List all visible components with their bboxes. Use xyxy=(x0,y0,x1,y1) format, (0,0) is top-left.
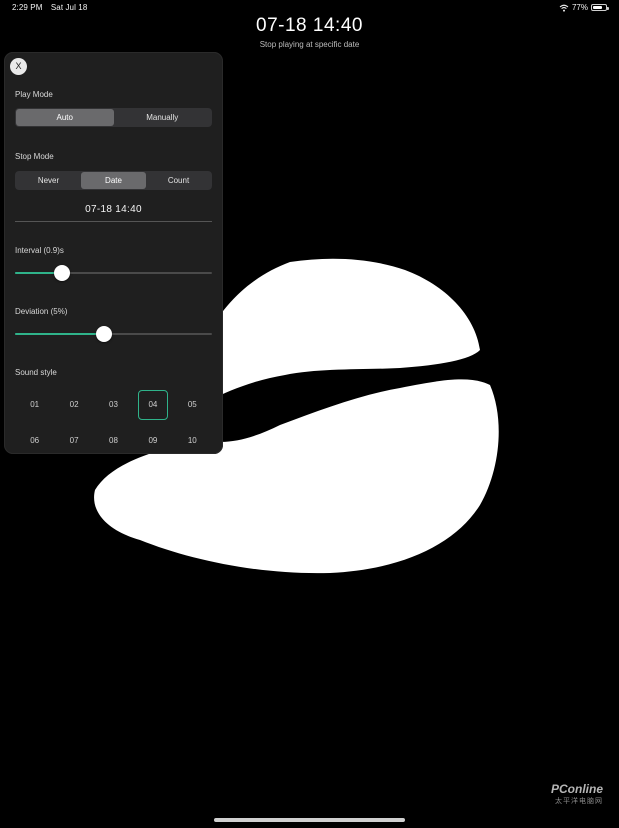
status-left: 2:29 PM Sat Jul 18 xyxy=(12,3,93,12)
battery-icon xyxy=(591,4,609,11)
interval-slider-thumb[interactable] xyxy=(54,265,71,281)
stop-mode-never[interactable]: Never xyxy=(16,172,81,189)
play-mode-segmented-control: Auto Manually xyxy=(15,108,212,127)
sound-option-10[interactable]: 10 xyxy=(173,426,212,454)
watermark-logo: PConline 太平洋电脑网 xyxy=(551,782,603,806)
wifi-icon xyxy=(559,4,569,12)
header-clock: 07-18 14:40 xyxy=(256,15,363,36)
sound-option-label: 06 xyxy=(30,436,40,445)
sound-option-06[interactable]: 06 xyxy=(15,426,54,454)
sound-style-label: Sound style xyxy=(15,368,57,377)
sound-option-label: 07 xyxy=(69,436,79,445)
sound-option-07[interactable]: 07 xyxy=(54,426,93,454)
sound-option-label: 08 xyxy=(109,436,118,445)
battery-fill xyxy=(593,6,603,9)
sound-style-grid: 01 02 03 04 05 06 07 08 09 10 xyxy=(15,390,212,454)
status-right: 77% xyxy=(559,3,609,12)
close-icon: X xyxy=(15,61,22,71)
sound-option-label: 05 xyxy=(187,400,197,409)
sound-option-04[interactable]: 04 xyxy=(133,390,172,420)
sound-option-label: 10 xyxy=(187,436,197,445)
settings-panel: X Play Mode Auto Manually Stop Mode Neve… xyxy=(4,52,223,454)
sound-option-label: 01 xyxy=(30,400,40,409)
status-date: Sat Jul 18 xyxy=(50,3,88,12)
deviation-slider-thumb[interactable] xyxy=(95,326,112,342)
interval-slider[interactable] xyxy=(15,265,212,281)
sound-option-08[interactable]: 08 xyxy=(94,426,133,454)
home-indicator[interactable] xyxy=(214,818,405,822)
play-mode-auto[interactable]: Auto xyxy=(16,109,114,126)
stop-mode-date[interactable]: Date xyxy=(81,172,146,189)
sound-option-02[interactable]: 02 xyxy=(54,390,93,420)
stop-mode-segmented-control: Never Date Count xyxy=(15,171,212,190)
deviation-slider[interactable] xyxy=(15,326,212,342)
date-underline xyxy=(15,221,212,222)
sound-option-label: 03 xyxy=(109,400,118,409)
watermark-line1: PConline xyxy=(550,782,603,796)
sound-option-05[interactable]: 05 xyxy=(173,390,212,420)
header-subtitle: Stop playing at specific date xyxy=(259,40,360,49)
stop-date-picker[interactable]: 07-18 14:40 xyxy=(15,204,212,215)
stop-mode-label: Stop Mode xyxy=(15,152,54,161)
stop-mode-count[interactable]: Count xyxy=(146,172,211,189)
status-time: 2:29 PM xyxy=(12,3,43,12)
upper-lip-shape xyxy=(198,258,480,400)
sound-option-01[interactable]: 01 xyxy=(15,390,54,420)
selection-box xyxy=(137,390,168,420)
deviation-label: Deviation (5%) xyxy=(15,307,68,316)
interval-label: Interval (0.9)s xyxy=(15,246,64,255)
play-mode-label: Play Mode xyxy=(15,90,53,99)
play-mode-manually[interactable]: Manually xyxy=(114,109,212,126)
sound-option-label: 02 xyxy=(69,400,79,409)
status-bar: 2:29 PM Sat Jul 18 77% xyxy=(0,0,619,16)
deviation-slider-fill xyxy=(15,333,104,335)
watermark-line2: 太平洋电脑网 xyxy=(555,798,603,805)
sound-option-label: 09 xyxy=(148,436,158,445)
sound-option-09[interactable]: 09 xyxy=(133,426,172,454)
battery-percent: 77% xyxy=(571,3,588,12)
close-button[interactable]: X xyxy=(10,58,27,75)
sound-option-03[interactable]: 03 xyxy=(94,390,133,420)
